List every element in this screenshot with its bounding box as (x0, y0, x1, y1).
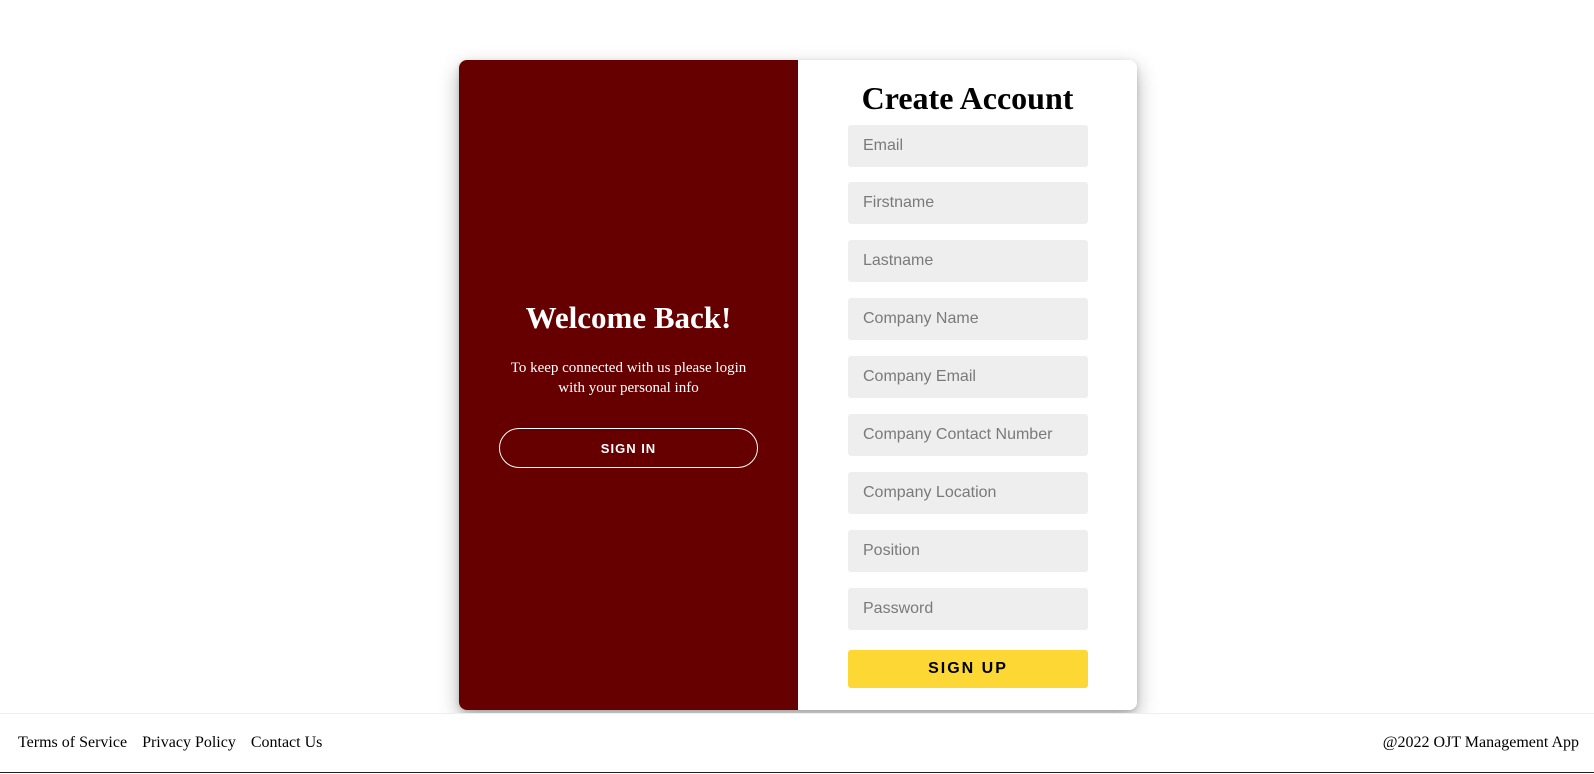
form-title: Create Account (861, 80, 1074, 116)
copyright-text: @2022 OJT Management App (1382, 734, 1579, 751)
sign-up-button[interactable]: SIGN UP (848, 650, 1088, 688)
position-field[interactable] (848, 530, 1088, 572)
welcome-title: Welcome Back! (525, 300, 732, 335)
company-email-field[interactable] (848, 356, 1088, 398)
firstname-field[interactable] (848, 182, 1088, 224)
welcome-panel: Welcome Back! To keep connected with us … (459, 60, 798, 710)
footer-links: Terms of Service Privacy Policy Contact … (18, 734, 322, 752)
create-account-panel: Create Account SIGN UP (798, 60, 1137, 710)
footer: Terms of Service Privacy Policy Contact … (0, 713, 1594, 773)
password-field[interactable] (848, 588, 1088, 630)
company-name-field[interactable] (848, 298, 1088, 340)
sign-in-button[interactable]: SIGN IN (499, 428, 758, 468)
privacy-policy-link[interactable]: Privacy Policy (142, 734, 236, 752)
welcome-text: To keep connected with us please login w… (510, 360, 747, 396)
company-contact-number-field[interactable] (848, 414, 1088, 456)
company-location-field[interactable] (848, 472, 1088, 514)
email-field[interactable] (848, 125, 1088, 167)
lastname-field[interactable] (848, 240, 1088, 282)
auth-card: Welcome Back! To keep connected with us … (459, 60, 1137, 710)
terms-of-service-link[interactable]: Terms of Service (18, 734, 127, 752)
contact-us-link[interactable]: Contact Us (251, 734, 323, 752)
